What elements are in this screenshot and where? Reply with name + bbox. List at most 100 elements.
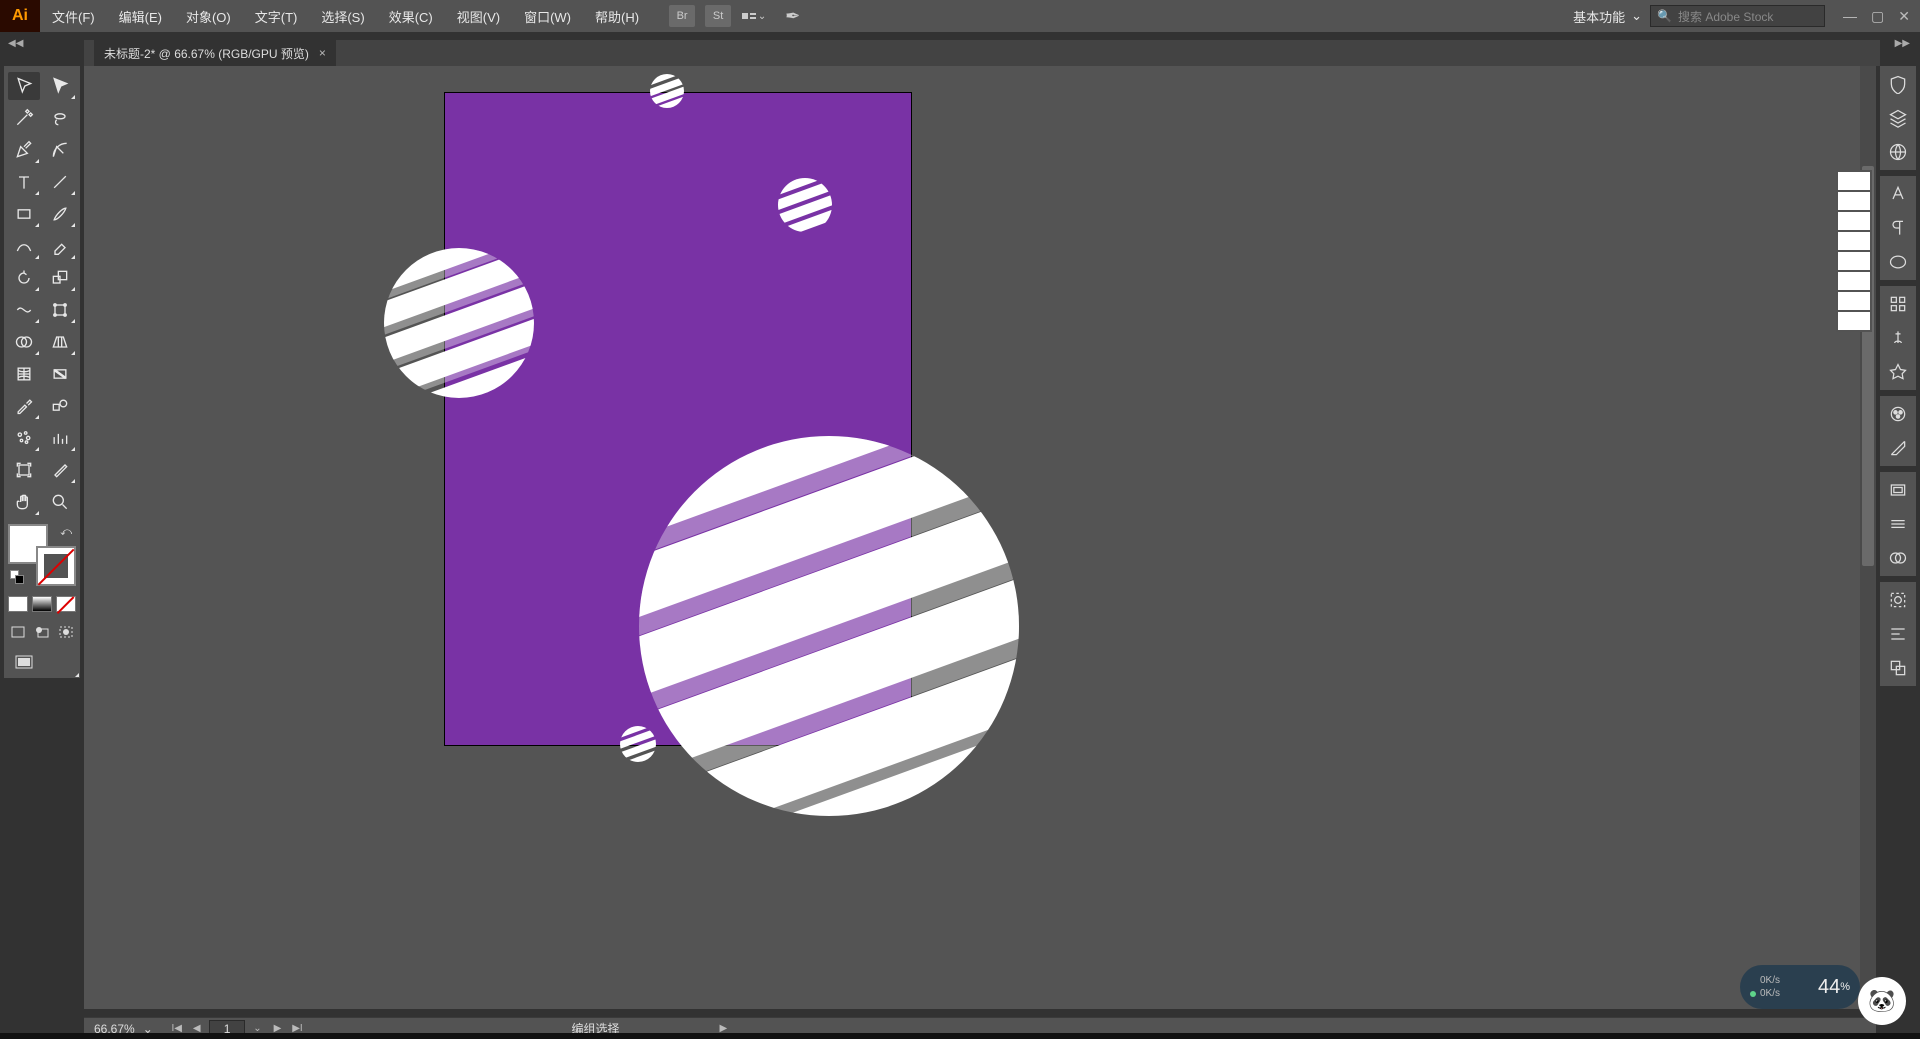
layers-panel-icon[interactable]	[1884, 106, 1912, 130]
brushes-panel-icon[interactable]	[1884, 326, 1912, 350]
character-panel-icon[interactable]	[1884, 182, 1912, 206]
paintbrush-tool[interactable]	[44, 200, 76, 228]
type-tool[interactable]	[8, 168, 40, 196]
collapse-left-icon[interactable]: ◀◀	[8, 38, 23, 49]
swatch-item[interactable]	[1838, 252, 1870, 270]
swatch-item[interactable]	[1838, 272, 1870, 290]
menu-file[interactable]: 文件(F)	[40, 0, 107, 32]
gradient-panel-icon[interactable]	[1884, 512, 1912, 536]
app-logo: Ai	[0, 0, 40, 32]
opentype-panel-icon[interactable]	[1884, 250, 1912, 274]
free-transform-tool[interactable]	[44, 296, 76, 324]
blend-tool[interactable]	[44, 392, 76, 420]
draw-inside[interactable]	[56, 624, 76, 640]
lasso-tool[interactable]	[44, 104, 76, 132]
tab-close-icon[interactable]: ×	[319, 46, 326, 60]
mesh-tool[interactable]	[8, 360, 40, 388]
tools-panel: ⤺	[4, 66, 80, 678]
color-guide-panel-icon[interactable]	[1884, 436, 1912, 460]
curvature-tool[interactable]	[44, 136, 76, 164]
draw-normal[interactable]	[8, 624, 28, 640]
collapse-right-icon[interactable]: ▶▶	[1895, 38, 1910, 49]
menu-app-icons: Br St ⌄ ✒	[669, 5, 800, 27]
shaper-tool[interactable]	[8, 232, 40, 260]
search-stock-input[interactable]: 🔍 搜索 Adobe Stock	[1650, 5, 1825, 27]
libraries-panel-icon[interactable]	[1884, 140, 1912, 164]
selection-tool[interactable]	[8, 72, 40, 100]
workspace-selector[interactable]: 基本功能 ⌄	[1573, 7, 1642, 26]
appearance-panel-icon[interactable]	[1884, 588, 1912, 612]
line-tool[interactable]	[44, 168, 76, 196]
eraser-tool[interactable]	[44, 232, 76, 260]
hand-tool[interactable]	[8, 488, 40, 516]
close-button[interactable]: ✕	[1898, 8, 1910, 25]
shape-builder-tool[interactable]	[8, 328, 40, 356]
gradient-tool[interactable]	[44, 360, 76, 388]
swatch-item[interactable]	[1838, 212, 1870, 230]
menu-window[interactable]: 窗口(W)	[512, 0, 583, 32]
zoom-tool[interactable]	[44, 488, 76, 516]
swatch-strip[interactable]	[1836, 170, 1872, 332]
draw-behind[interactable]	[32, 624, 52, 640]
screen-mode-button[interactable]	[8, 652, 40, 672]
fill-stroke-picker[interactable]: ⤺	[8, 524, 76, 586]
align-panel-icon[interactable]	[1884, 622, 1912, 646]
menu-object[interactable]: 对象(O)	[174, 0, 243, 32]
assistant-avatar[interactable]: 🐼	[1858, 977, 1906, 1025]
width-tool[interactable]	[8, 296, 40, 324]
swatches-panel-icon[interactable]	[1884, 292, 1912, 316]
pen-tool[interactable]	[8, 136, 40, 164]
perspective-grid-tool[interactable]	[44, 328, 76, 356]
artwork-sphere-large	[639, 436, 1019, 816]
direct-selection-tool[interactable]	[44, 72, 76, 100]
swap-fill-stroke-icon[interactable]: ⤺	[60, 526, 72, 539]
network-speed-badge: 0K/s 0K/s 44 %	[1740, 965, 1860, 1009]
minimize-button[interactable]: —	[1843, 8, 1857, 25]
slice-tool[interactable]	[44, 456, 76, 484]
properties-panel-icon[interactable]	[1884, 72, 1912, 96]
arrange-documents-icon[interactable]: ⌄	[741, 5, 767, 27]
menu-edit[interactable]: 编辑(E)	[107, 0, 174, 32]
search-icon: 🔍	[1657, 9, 1672, 23]
pathfinder-panel-icon[interactable]	[1884, 656, 1912, 680]
swatch-item[interactable]	[1838, 292, 1870, 310]
rotate-tool[interactable]	[8, 264, 40, 292]
stroke-panel-icon[interactable]	[1884, 478, 1912, 502]
paragraph-panel-icon[interactable]	[1884, 216, 1912, 240]
swatch-item[interactable]	[1838, 232, 1870, 250]
bridge-icon[interactable]: Br	[669, 5, 695, 27]
download-dot-icon	[1750, 991, 1756, 997]
rectangle-tool[interactable]	[8, 200, 40, 228]
column-graph-tool[interactable]	[44, 424, 76, 452]
artboard-tool[interactable]	[8, 456, 40, 484]
symbols-panel-icon[interactable]	[1884, 360, 1912, 384]
menu-help[interactable]: 帮助(H)	[583, 0, 651, 32]
color-mode-none[interactable]	[56, 596, 76, 612]
canvas-area[interactable]	[84, 66, 1876, 1009]
default-fill-stroke-icon[interactable]	[10, 570, 24, 584]
menu-effect[interactable]: 效果(C)	[377, 0, 445, 32]
symbol-sprayer-tool[interactable]	[8, 424, 40, 452]
stroke-swatch[interactable]	[36, 546, 76, 586]
document-tab-title: 未标题-2* @ 66.67% (RGB/GPU 预览)	[104, 45, 309, 62]
gpu-icon[interactable]: ✒	[785, 6, 800, 27]
magic-wand-tool[interactable]	[8, 104, 40, 132]
color-panel-icon[interactable]	[1884, 402, 1912, 426]
document-tab[interactable]: 未标题-2* @ 66.67% (RGB/GPU 预览) ×	[94, 40, 336, 66]
transparency-panel-icon[interactable]	[1884, 546, 1912, 570]
swatch-item[interactable]	[1838, 192, 1870, 210]
eyedropper-tool[interactable]	[8, 392, 40, 420]
menu-view[interactable]: 视图(V)	[445, 0, 512, 32]
cpu-percent-value: 44	[1818, 976, 1840, 999]
swatch-item[interactable]	[1838, 312, 1870, 330]
right-dock	[1880, 66, 1916, 686]
menu-items: 文件(F) 编辑(E) 对象(O) 文字(T) 选择(S) 效果(C) 视图(V…	[40, 0, 651, 32]
menu-type[interactable]: 文字(T)	[243, 0, 310, 32]
stock-icon[interactable]: St	[705, 5, 731, 27]
color-mode-gradient[interactable]	[32, 596, 52, 612]
maximize-button[interactable]: ▢	[1871, 8, 1884, 25]
menu-select[interactable]: 选择(S)	[309, 0, 376, 32]
color-mode-solid[interactable]	[8, 596, 28, 612]
swatch-item[interactable]	[1838, 172, 1870, 190]
scale-tool[interactable]	[44, 264, 76, 292]
